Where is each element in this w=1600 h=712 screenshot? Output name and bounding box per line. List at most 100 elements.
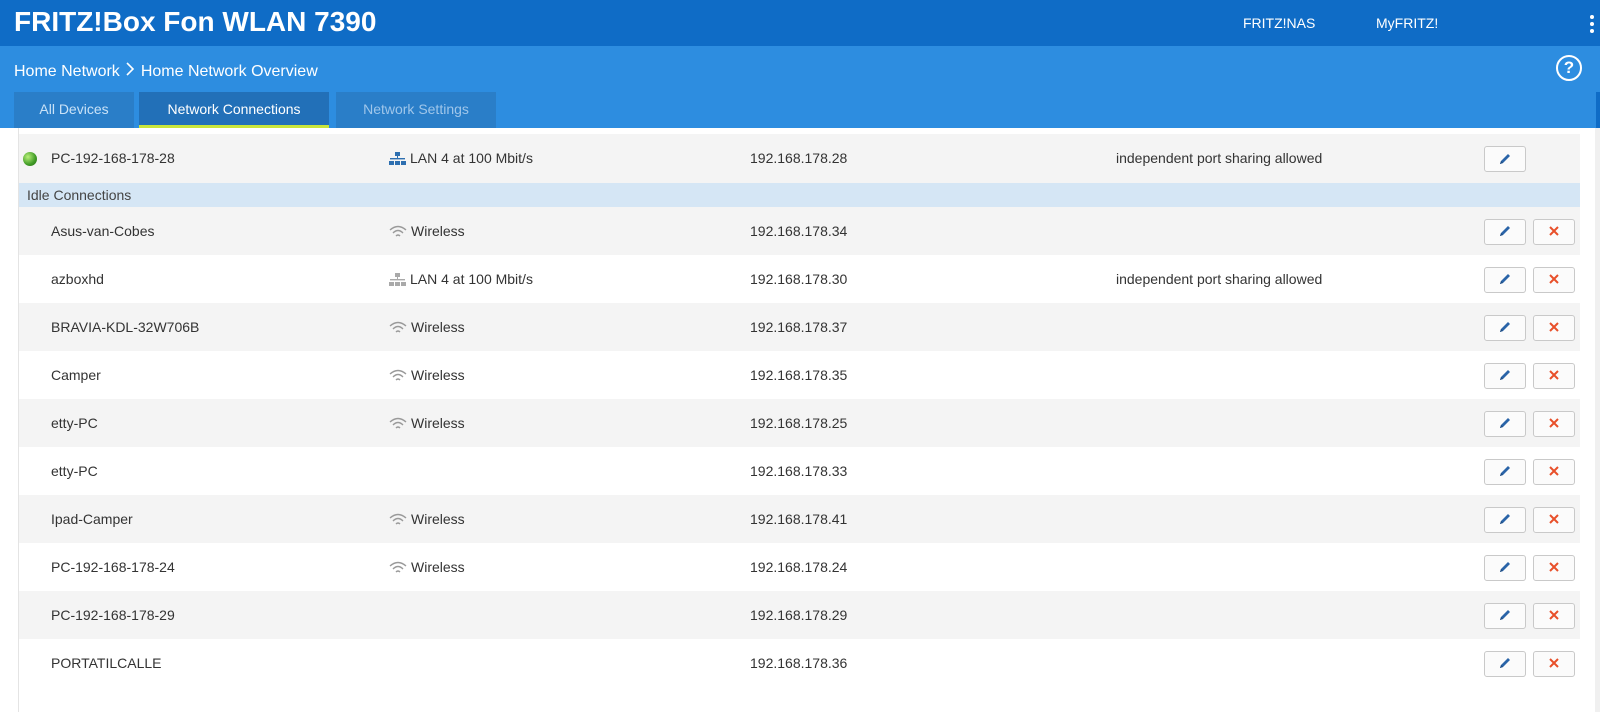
breadcrumb-separator	[126, 62, 135, 81]
device-name[interactable]: Ipad-Camper	[51, 495, 133, 544]
device-name[interactable]: etty-PC	[51, 447, 98, 496]
pencil-icon	[1498, 272, 1512, 289]
ip-address: 192.168.178.37	[750, 319, 848, 335]
delete-button[interactable]	[1533, 315, 1575, 341]
tab-network-settings[interactable]: Network Settings	[336, 92, 496, 128]
edit-button[interactable]	[1484, 411, 1526, 437]
ip-address: 192.168.178.34	[750, 223, 848, 239]
connection-cell: Wireless	[389, 543, 465, 592]
connection-label: Wireless	[411, 319, 465, 335]
device-name[interactable]: PC-192-168-178-28	[51, 134, 175, 183]
table-row: BRAVIA-KDL-32W706B Wireless 192.168.178.37	[19, 303, 1580, 352]
connections-list: PC-192-168-178-28 LAN 4 at 100 Mbit/s 19…	[18, 128, 1580, 712]
close-icon	[1548, 656, 1560, 672]
pencil-icon	[1498, 560, 1512, 577]
pencil-icon	[1498, 656, 1512, 673]
pencil-icon	[1498, 224, 1512, 241]
breadcrumb-parent[interactable]: Home Network	[14, 63, 120, 81]
table-row: PC-192-168-178-24 Wireless 192.168.178.24	[19, 543, 1580, 592]
ip-address: 192.168.178.28	[750, 150, 848, 166]
delete-button[interactable]	[1533, 219, 1575, 245]
pencil-icon	[1498, 320, 1512, 337]
ip-address: 192.168.178.36	[750, 655, 848, 671]
device-name[interactable]: PORTATILCALLE	[51, 639, 161, 688]
pencil-icon	[1498, 608, 1512, 625]
close-icon	[1548, 368, 1560, 384]
close-icon	[1548, 512, 1560, 528]
connection-label: Wireless	[411, 367, 465, 383]
connection-label: LAN 4 at 100 Mbit/s	[410, 150, 533, 166]
help-icon[interactable]: ?	[1556, 55, 1582, 81]
close-icon	[1548, 608, 1560, 624]
connection-cell: Wireless	[389, 303, 465, 352]
pencil-icon	[1498, 512, 1512, 529]
edit-button[interactable]	[1484, 315, 1526, 341]
edit-button[interactable]	[1484, 507, 1526, 533]
lan-icon	[389, 151, 406, 166]
edit-button[interactable]	[1484, 651, 1526, 677]
table-row: azboxhd LAN 4 at 100 Mbit/s 192.168.178.30…	[19, 255, 1580, 304]
tab-network-connections[interactable]: Network Connections	[139, 92, 329, 128]
edit-button[interactable]	[1484, 603, 1526, 629]
close-icon	[1548, 224, 1560, 240]
connection-label: Wireless	[411, 223, 465, 239]
app-title: FRITZ!Box Fon WLAN 7390	[14, 6, 377, 37]
device-name[interactable]: azboxhd	[51, 255, 104, 304]
connection-cell: LAN 4 at 100 Mbit/s	[389, 255, 533, 304]
scrollbar-track[interactable]	[1595, 128, 1600, 712]
connection-cell	[389, 447, 393, 496]
delete-button[interactable]	[1533, 603, 1575, 629]
fritz-nas-link[interactable]: FRITZ!NAS	[1243, 15, 1315, 31]
edit-button[interactable]	[1484, 219, 1526, 245]
edit-button[interactable]	[1484, 459, 1526, 485]
device-name[interactable]: PC-192-168-178-24	[51, 543, 175, 592]
ip-address: 192.168.178.35	[750, 367, 848, 383]
delete-button[interactable]	[1533, 651, 1575, 677]
wifi-icon	[389, 561, 407, 575]
delete-button[interactable]	[1533, 411, 1575, 437]
delete-button[interactable]	[1533, 507, 1575, 533]
more-menu-icon[interactable]	[1590, 15, 1594, 33]
table-row: PC-192-168-178-29 192.168.178.29	[19, 591, 1580, 640]
pencil-icon	[1500, 154, 1510, 164]
table-row: Asus-van-Cobes Wireless 192.168.178.34	[19, 207, 1580, 256]
port-sharing: independent port sharing allowed	[1116, 271, 1323, 287]
globe-icon	[23, 152, 37, 166]
wifi-icon	[389, 225, 407, 239]
edit-button[interactable]	[1484, 555, 1526, 581]
edit-button[interactable]	[1484, 146, 1526, 172]
edit-button[interactable]	[1484, 267, 1526, 293]
delete-button[interactable]	[1533, 267, 1575, 293]
table-row: PORTATILCALLE 192.168.178.36	[19, 639, 1580, 688]
connection-label: Wireless	[411, 559, 465, 575]
connection-cell: LAN 4 at 100 Mbit/s	[389, 134, 533, 183]
device-name[interactable]: Camper	[51, 351, 101, 400]
edit-button[interactable]	[1484, 363, 1526, 389]
device-name[interactable]: PC-192-168-178-29	[51, 591, 175, 640]
delete-button[interactable]	[1533, 363, 1575, 389]
table-row: etty-PC 192.168.178.33	[19, 447, 1580, 496]
port-sharing: independent port sharing allowed	[1116, 150, 1323, 166]
close-icon	[1548, 416, 1560, 432]
ip-address: 192.168.178.33	[750, 463, 848, 479]
myfritz-link[interactable]: MyFRITZ!	[1376, 15, 1438, 31]
ip-address: 192.168.178.30	[750, 271, 848, 287]
table-row: Ipad-Camper Wireless 192.168.178.41	[19, 495, 1580, 544]
connection-cell	[389, 639, 393, 688]
device-name[interactable]: BRAVIA-KDL-32W706B	[51, 303, 199, 352]
device-name[interactable]: Asus-van-Cobes	[51, 207, 155, 256]
connection-cell: Wireless	[389, 495, 465, 544]
ip-address: 192.168.178.24	[750, 559, 848, 575]
delete-button[interactable]	[1533, 555, 1575, 581]
close-icon	[1548, 320, 1560, 336]
scrollbar-thumb[interactable]	[1596, 92, 1600, 128]
idle-connections-header: Idle Connections	[19, 183, 1580, 208]
close-icon	[1548, 560, 1560, 576]
close-icon	[1548, 272, 1560, 288]
wifi-icon	[389, 369, 407, 383]
sub-header: Home Network Home Network Overview ? All…	[0, 46, 1600, 128]
device-name[interactable]: etty-PC	[51, 399, 98, 448]
delete-button[interactable]	[1533, 459, 1575, 485]
connection-cell: Wireless	[389, 207, 465, 256]
tab-all-devices[interactable]: All Devices	[14, 92, 134, 128]
